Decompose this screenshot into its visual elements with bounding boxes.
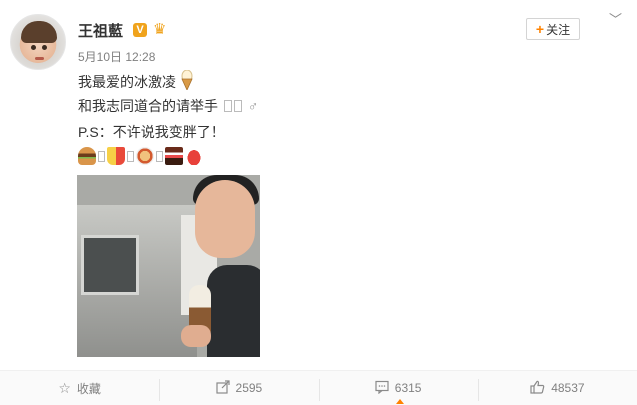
- action-bar: ☆ 收藏 2595 6315 48537: [0, 370, 637, 405]
- person-hand: [181, 325, 211, 347]
- verified-badge-icon: V: [133, 23, 147, 37]
- favorite-label: 收藏: [76, 381, 101, 396]
- avatar[interactable]: [10, 14, 66, 70]
- truck-window: [81, 235, 139, 295]
- missing-glyph-icon: [127, 150, 134, 162]
- follow-label: 关注: [546, 22, 571, 37]
- male-symbol: ♂: [247, 98, 259, 114]
- ice-cream-icon: [180, 69, 194, 93]
- person-body: [207, 265, 260, 357]
- comment-icon: [375, 380, 389, 396]
- forward-button[interactable]: 2595: [159, 371, 318, 405]
- person-face: [195, 180, 255, 258]
- missing-glyph-icon: [223, 100, 232, 112]
- post-text-1: 我最爱的冰激凌: [78, 74, 176, 90]
- user-name[interactable]: 王祖藍: [78, 20, 123, 41]
- sushi-icon: [185, 147, 203, 165]
- missing-glyph-icon: [156, 150, 163, 162]
- follow-button[interactable]: + 关注: [526, 18, 580, 40]
- avatar-eye: [31, 45, 36, 50]
- post-text-2: 和我志同道合的请举手: [78, 98, 218, 114]
- comment-active-caret: [396, 399, 404, 405]
- missing-glyph-icon: [233, 100, 242, 112]
- emoji-row: [78, 146, 203, 166]
- comment-count: 6315: [394, 381, 422, 395]
- post-text-line-2: 和我志同道合的请举手 ♂: [78, 96, 258, 116]
- star-icon: ☆: [58, 380, 71, 396]
- missing-glyph-icon: [98, 150, 105, 162]
- plus-icon: +: [535, 21, 545, 37]
- share-icon: [215, 380, 230, 396]
- cake-icon: [165, 147, 183, 165]
- fries-icon: [107, 147, 125, 165]
- avatar-hair: [21, 21, 57, 43]
- favorite-button[interactable]: ☆ 收藏: [0, 371, 159, 405]
- avatar-mouth: [35, 57, 44, 60]
- avatar-eye: [42, 45, 47, 50]
- forward-count: 2595: [235, 381, 263, 395]
- thumbs-up-icon: [530, 380, 545, 396]
- post-photo[interactable]: [77, 175, 260, 357]
- like-button[interactable]: 48537: [477, 371, 637, 405]
- chevron-down-icon[interactable]: ﹀: [609, 13, 625, 26]
- post-text-line-1: 我最爱的冰激凌: [78, 69, 194, 93]
- crown-icon: ♛: [153, 21, 167, 38]
- post-text-line-3: P.S：不许说我变胖了！: [78, 124, 225, 140]
- like-count: 48537: [551, 381, 585, 395]
- burger-icon: [78, 147, 96, 165]
- post-time[interactable]: 5月10日 12:28: [78, 48, 155, 65]
- noodle-icon: [136, 147, 154, 165]
